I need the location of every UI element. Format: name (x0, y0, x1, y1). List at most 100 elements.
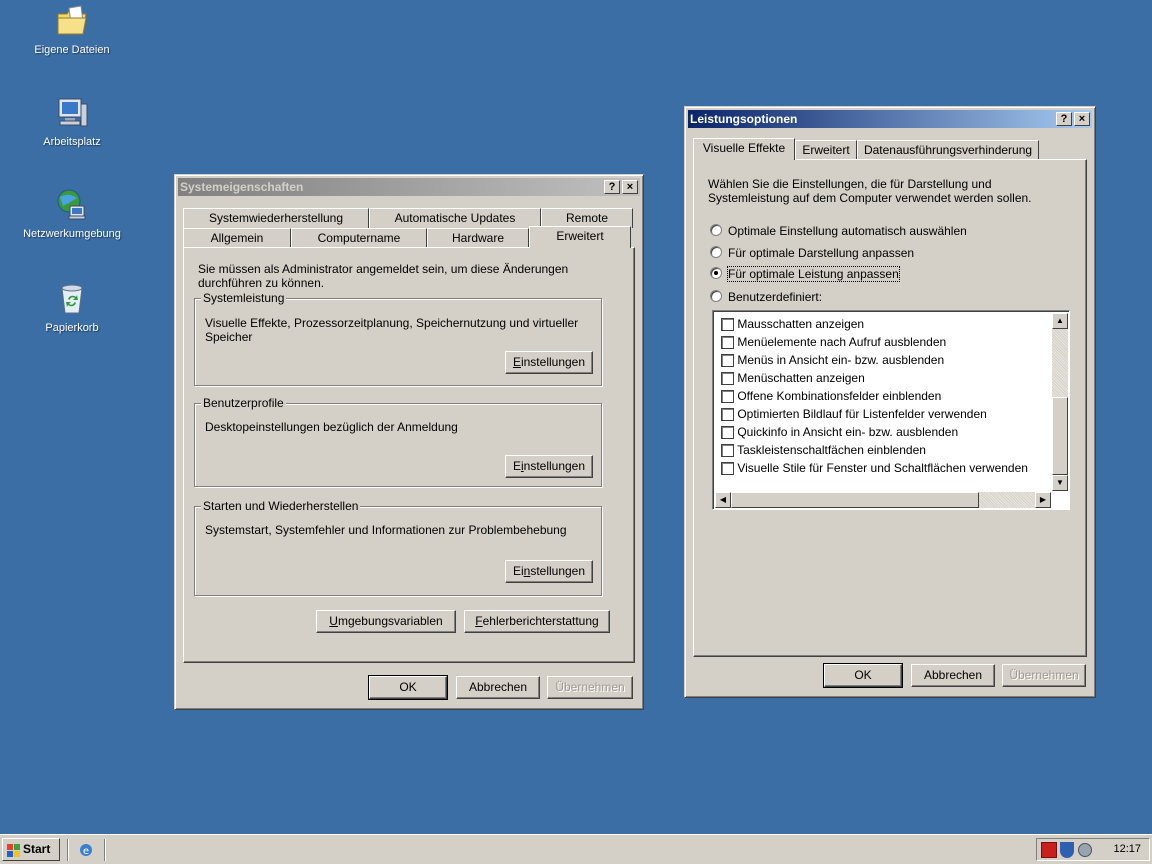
group-desc-line1: Desktopeinstellungen bezüglich der Anmel… (205, 420, 458, 434)
system-properties-titlebar[interactable]: Systemeigenschaften ? × (178, 178, 640, 196)
desktop-icon-label: Netzwerkumgebung (23, 228, 121, 240)
visual-effects-panel: Wählen Sie die Einstellungen, die für Da… (693, 159, 1087, 657)
list-item[interactable]: Offene Kombinationsfelder einblenden (721, 389, 941, 404)
checkbox[interactable] (721, 336, 734, 350)
window-title: Systemeigenschaften (180, 180, 304, 194)
scroll-thumb[interactable] (1052, 397, 1068, 475)
tray-volume-icon[interactable] (1078, 843, 1092, 857)
network-icon (55, 188, 89, 222)
list-item[interactable]: Mausschatten anzeigen (721, 317, 864, 332)
vertical-scrollbar[interactable]: ▲ ▼ (1052, 313, 1068, 491)
systemleistung-settings-button[interactable]: Einstellungen (505, 351, 593, 374)
checkbox[interactable] (721, 318, 734, 332)
scroll-right-arrow-icon[interactable]: ▶ (1035, 492, 1051, 508)
list-item[interactable]: Optimierten Bildlauf für Listenfelder ve… (721, 407, 987, 422)
cancel-button[interactable]: Abbrechen (456, 676, 540, 699)
performance-options-window[interactable]: Leistungsoptionen ? × Visuelle Effekte E… (684, 106, 1096, 698)
checkbox[interactable] (721, 408, 734, 422)
desktop-icon-network[interactable]: Netzwerkumgebung (12, 188, 132, 240)
scroll-thumb-h[interactable] (731, 492, 979, 508)
intro-line2: Systemleistung auf dem Computer verwende… (708, 191, 1032, 205)
tab-allgemein[interactable]: Allgemein (183, 228, 291, 248)
tab-datenausfuehrungsverhinderung[interactable]: Datenausführungsverhinderung (857, 140, 1039, 160)
tab-hardware[interactable]: Hardware (427, 228, 529, 248)
ok-button[interactable]: OK (823, 663, 903, 688)
radio-best-performance-label[interactable]: Für optimale Leistung anpassen (727, 266, 900, 282)
effects-list: Mausschatten anzeigen Menüelemente nach … (715, 313, 1051, 491)
desktop-icon-my-documents[interactable]: Eigene Dateien (12, 4, 132, 56)
close-button[interactable]: × (622, 180, 638, 194)
system-properties-window[interactable]: Systemeigenschaften ? × Systemwiederhers… (174, 174, 644, 710)
cancel-button[interactable]: Abbrechen (911, 664, 995, 687)
apply-button[interactable]: Übernehmen (547, 676, 633, 699)
checkbox[interactable] (721, 444, 734, 458)
scroll-up-arrow-icon[interactable]: ▲ (1052, 313, 1068, 329)
group-title: Benutzerprofile (201, 396, 286, 410)
group-desc-line1: Visuelle Effekte, Prozessorzeitplanung, … (205, 316, 579, 330)
tab-computername[interactable]: Computername (291, 228, 427, 248)
horizontal-scrollbar[interactable]: ◀ ▶ (715, 492, 1051, 508)
tray-shield-red-icon[interactable] (1041, 842, 1057, 858)
start-button[interactable]: Start (2, 838, 60, 861)
ok-button[interactable]: OK (368, 675, 448, 700)
desktop-icon-my-computer[interactable]: Arbeitsplatz (12, 96, 132, 148)
checkbox[interactable] (721, 354, 734, 368)
tray-shield-blue-icon[interactable] (1060, 842, 1074, 858)
scroll-left-arrow-icon[interactable]: ◀ (715, 492, 731, 508)
computer-icon (55, 96, 89, 130)
apply-button[interactable]: Übernehmen (1002, 664, 1086, 687)
folder-icon (55, 4, 89, 38)
radio-auto-label[interactable]: Optimale Einstellung automatisch auswähl… (728, 224, 967, 238)
radio-best-appearance[interactable] (710, 246, 722, 258)
intro-line1: Wählen Sie die Einstellungen, die für Da… (708, 177, 992, 191)
close-button[interactable]: × (1074, 112, 1090, 126)
checkbox[interactable] (721, 462, 734, 476)
taskbar: Start e 12:17 (0, 834, 1152, 864)
recycle-bin-icon (55, 282, 89, 316)
window-title: Leistungsoptionen (690, 112, 798, 126)
tab-systemwiederherstellung[interactable]: Systemwiederherstellung (183, 208, 369, 228)
list-item[interactable]: Menüelemente nach Aufruf ausblenden (721, 335, 946, 350)
quicklaunch-ie-icon[interactable]: e (78, 842, 94, 858)
list-item[interactable]: Taskleistenschaltfächen einblenden (721, 443, 926, 458)
scroll-down-arrow-icon[interactable]: ▼ (1052, 475, 1068, 491)
effects-listbox[interactable]: Mausschatten anzeigen Menüelemente nach … (712, 310, 1070, 510)
environment-variables-button[interactable]: Umgebungsvariablen (316, 610, 456, 633)
start-label: Start (23, 842, 51, 856)
desktop-icon-recycle-bin[interactable]: Papierkorb (12, 282, 132, 334)
taskbar-separator (104, 839, 106, 861)
checkbox[interactable] (721, 426, 734, 440)
tab-erweitert[interactable]: Erweitert (529, 226, 631, 248)
error-reporting-button[interactable]: Fehlerberichterstattung (464, 610, 610, 633)
group-desc-line1: Systemstart, Systemfehler und Informatio… (205, 523, 567, 537)
tab-remote[interactable]: Remote (541, 208, 633, 228)
checkbox[interactable] (721, 372, 734, 386)
tab-visuelle-effekte[interactable]: Visuelle Effekte (693, 138, 795, 160)
svg-text:e: e (83, 846, 89, 857)
group-title: Systemleistung (201, 291, 287, 305)
list-item[interactable]: Menüschatten anzeigen (721, 371, 865, 386)
group-desc-line2: Speicher (205, 330, 253, 344)
tab-erweitert[interactable]: Erweitert (795, 140, 857, 160)
help-button[interactable]: ? (604, 180, 620, 194)
clock[interactable]: 12:17 (1113, 843, 1141, 855)
radio-custom[interactable] (710, 290, 722, 302)
benutzerprofile-settings-button[interactable]: Einstellungen (505, 455, 593, 478)
tab-automatische-updates[interactable]: Automatische Updates (369, 208, 541, 228)
advanced-tab-panel: Sie müssen als Administrator angemeldet … (183, 247, 635, 663)
group-systemleistung: Systemleistung Visuelle Effekte, Prozess… (194, 291, 602, 386)
list-item[interactable]: Menüs in Ansicht ein- bzw. ausblenden (721, 353, 944, 368)
checkbox[interactable] (721, 390, 734, 404)
list-item[interactable]: Quickinfo in Ansicht ein- bzw. ausblende… (721, 425, 958, 440)
starten-settings-button[interactable]: Einstellungen (505, 560, 593, 583)
list-item[interactable]: Visuelle Stile für Fenster und Schaltflä… (721, 461, 1028, 476)
radio-best-appearance-label[interactable]: Für optimale Darstellung anpassen (728, 246, 914, 260)
system-tray: 12:17 (1036, 838, 1150, 861)
group-benutzerprofile: Benutzerprofile Desktopeinstellungen bez… (194, 396, 602, 487)
radio-best-performance[interactable] (710, 267, 722, 279)
radio-auto[interactable] (710, 224, 722, 236)
help-button[interactable]: ? (1056, 112, 1072, 126)
performance-options-titlebar[interactable]: Leistungsoptionen ? × (688, 110, 1092, 128)
desktop-icon-label: Eigene Dateien (34, 44, 110, 56)
radio-custom-label[interactable]: Benutzerdefiniert: (728, 290, 822, 304)
